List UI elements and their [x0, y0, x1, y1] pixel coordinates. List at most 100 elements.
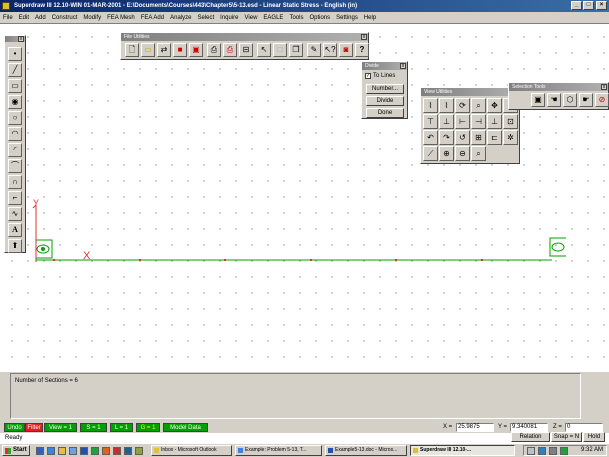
undo-mode[interactable]: Undo: [4, 423, 25, 432]
relation-button[interactable]: Relation: [511, 432, 550, 442]
transfer-icon[interactable]: ⇄: [157, 43, 171, 57]
volume-icon[interactable]: [527, 447, 535, 455]
circle-tool-icon[interactable]: ○: [8, 111, 22, 125]
curve-tool-icon[interactable]: ∿: [8, 207, 22, 221]
select-polygon-icon[interactable]: ⬡: [563, 93, 577, 107]
spline-tool-icon[interactable]: ∩: [8, 175, 22, 189]
access-icon[interactable]: [113, 447, 121, 455]
selection-tools-title[interactable]: Selection Tools x: [509, 83, 608, 91]
blank-icon[interactable]: □: [273, 43, 287, 57]
circle-center-tool-icon[interactable]: ◉: [8, 95, 22, 109]
g-mode[interactable]: G = 1: [136, 423, 160, 432]
select-hand-icon[interactable]: ☚: [547, 93, 561, 107]
taskbar-item-example[interactable]: Example: Problem 5-13, T...: [235, 445, 322, 456]
filter-mode[interactable]: Filter: [25, 423, 43, 432]
pointer-icon[interactable]: ↖: [257, 43, 271, 57]
desktop-icon[interactable]: [69, 447, 77, 455]
open-folder-icon[interactable]: ▭: [141, 43, 155, 57]
menu-construct[interactable]: Construct: [49, 12, 81, 24]
print-setup-icon[interactable]: ⎙: [223, 43, 237, 57]
help-icon[interactable]: ?: [355, 43, 369, 57]
menu-help[interactable]: Help: [361, 12, 379, 24]
menu-edit[interactable]: Edit: [16, 12, 32, 24]
view-mode[interactable]: View = 1: [44, 423, 77, 432]
menu-fea-add[interactable]: FEA Add: [138, 12, 167, 24]
dynamic-icon[interactable]: ⊞: [471, 130, 486, 145]
zoom-in-icon[interactable]: ⊕: [439, 146, 454, 161]
menu-add[interactable]: Add: [32, 12, 49, 24]
plot-icon[interactable]: ⊟: [239, 43, 253, 57]
menu-inquire[interactable]: Inquire: [217, 12, 241, 24]
app-quicklaunch-icon[interactable]: [135, 447, 143, 455]
view-back-icon[interactable]: ⊣: [471, 114, 486, 129]
menu-select[interactable]: Select: [194, 12, 217, 24]
view-top-icon[interactable]: ⊤: [423, 114, 438, 129]
view-bottom-icon[interactable]: ⊥: [487, 114, 502, 129]
model-data-button[interactable]: Model Data: [163, 423, 208, 432]
powerpoint-icon[interactable]: [102, 447, 110, 455]
zoom-window-icon[interactable]: ⌕: [471, 146, 486, 161]
word-icon[interactable]: [80, 447, 88, 455]
menu-view[interactable]: View: [242, 12, 261, 24]
select-pointer-icon[interactable]: ☛: [579, 93, 593, 107]
hold-button[interactable]: Hold: [583, 432, 605, 442]
rotate-x-icon[interactable]: ↶: [423, 130, 438, 145]
light-angle-icon[interactable]: ⌇: [439, 98, 454, 113]
close-icon[interactable]: ×: [596, 1, 607, 10]
save-as-icon[interactable]: ▣: [189, 43, 203, 57]
up-arrow-tool-icon[interactable]: ⬆: [8, 239, 22, 253]
divide-title[interactable]: Divide x: [362, 62, 407, 70]
antivirus-icon[interactable]: [560, 447, 568, 455]
copy-icon[interactable]: ❐: [289, 43, 303, 57]
deselect-icon[interactable]: ⊘: [595, 93, 609, 107]
drawing-canvas[interactable]: Y X: [0, 25, 609, 372]
excel-icon[interactable]: [91, 447, 99, 455]
pan-icon[interactable]: ✥: [487, 98, 502, 113]
internet-explorer-icon[interactable]: [47, 447, 55, 455]
close-icon[interactable]: x: [601, 84, 607, 90]
menu-modify[interactable]: Modify: [80, 12, 104, 24]
menu-tools[interactable]: Tools: [286, 12, 306, 24]
select-window-icon[interactable]: ▣: [531, 93, 545, 107]
arc-3pt-tool-icon[interactable]: ◜: [8, 143, 22, 157]
close-icon[interactable]: x: [400, 63, 406, 69]
file-utilities-title[interactable]: File Utilities x: [121, 33, 368, 41]
save-icon[interactable]: ■: [173, 43, 187, 57]
point-tool-icon[interactable]: •: [8, 47, 22, 61]
view-utilities-title[interactable]: View Utilitiesx: [421, 88, 519, 96]
rotate-y-icon[interactable]: ↷: [439, 130, 454, 145]
number-button[interactable]: Number...: [366, 84, 404, 94]
arc-tangent-tool-icon[interactable]: ⌒: [8, 159, 22, 173]
outlook-express-icon[interactable]: [58, 447, 66, 455]
start-button[interactable]: Start: [2, 445, 30, 456]
measure-icon[interactable]: ⟋: [423, 146, 438, 161]
help-query-icon[interactable]: ↖?: [323, 43, 337, 57]
text-tool-icon[interactable]: A: [8, 223, 22, 237]
new-file-icon[interactable]: 🗋: [125, 43, 139, 57]
line-tool-icon[interactable]: ╱: [8, 63, 22, 77]
light-icon[interactable]: ⌇: [423, 98, 438, 113]
window-icon[interactable]: ⊏: [487, 130, 502, 145]
explorer-icon[interactable]: [36, 447, 44, 455]
rotate-z-icon[interactable]: ↺: [455, 130, 470, 145]
display-icon[interactable]: ◙: [339, 43, 353, 57]
snap-button[interactable]: Snap = N: [551, 432, 582, 442]
menu-analyze[interactable]: Analyze: [167, 12, 194, 24]
taskbar-item-superdraw[interactable]: Superdraw III 12.10-...: [410, 445, 515, 456]
maximize-icon[interactable]: □: [583, 1, 594, 10]
view-side-icon[interactable]: ⊢: [455, 114, 470, 129]
divide-button[interactable]: Divide: [366, 96, 404, 106]
pen-icon[interactable]: ✎: [307, 43, 321, 57]
menu-eagle[interactable]: EAGLE: [260, 12, 286, 24]
view-iso-icon[interactable]: ⊡: [503, 114, 518, 129]
close-icon[interactable]: x: [361, 34, 367, 40]
view-front-icon[interactable]: ⊥: [439, 114, 454, 129]
menu-file[interactable]: File: [0, 12, 16, 24]
app-icon[interactable]: [2, 2, 10, 10]
to-lines-checkbox[interactable]: ✓: [365, 73, 371, 79]
app-quicklaunch-icon[interactable]: [124, 447, 132, 455]
taskbar-item-word-doc[interactable]: Example5-13.doc - Micros...: [325, 445, 407, 456]
done-button[interactable]: Done: [366, 108, 404, 118]
zoom-query-icon[interactable]: ⌕: [471, 98, 486, 113]
menu-fea-mesh[interactable]: FEA Mesh: [104, 12, 138, 24]
